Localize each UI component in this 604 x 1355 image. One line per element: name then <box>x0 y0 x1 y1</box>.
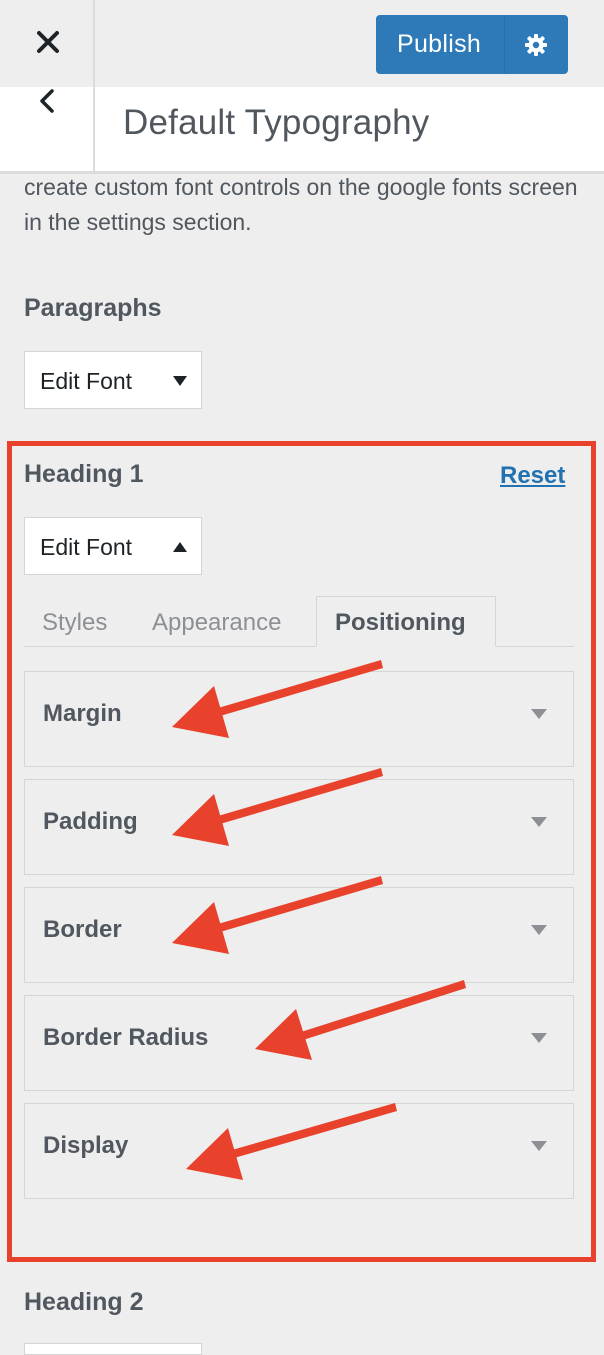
caret-up-icon <box>173 542 187 552</box>
paragraphs-edit-font-button[interactable]: Edit Font <box>24 351 202 409</box>
caret-down-icon <box>531 1033 547 1043</box>
caret-down-icon <box>531 709 547 719</box>
panel-border-radius[interactable]: Border Radius <box>24 995 574 1091</box>
panel-margin[interactable]: Margin <box>24 671 574 767</box>
heading1-edit-font-button[interactable]: Edit Font <box>24 517 202 575</box>
caret-down-icon <box>531 925 547 935</box>
panel-label: Margin <box>43 700 122 727</box>
heading2-title: Heading 2 <box>24 1288 144 1316</box>
heading1-reset-link[interactable]: Reset <box>500 461 565 491</box>
customizer-header: Publish <box>0 0 604 87</box>
panel-label: Padding <box>43 808 138 835</box>
gear-icon[interactable] <box>524 33 548 57</box>
edit-font-label: Edit Font <box>40 368 133 394</box>
panel-display[interactable]: Display <box>24 1103 574 1199</box>
publish-button-label: Publish <box>397 30 482 58</box>
tab-styles[interactable]: Styles <box>42 608 107 638</box>
heading1-title: Heading 1 <box>24 460 144 488</box>
panel-label: Border Radius <box>43 1024 209 1051</box>
section-title: Default Typography <box>123 103 430 142</box>
tab-positioning[interactable]: Positioning <box>316 596 496 647</box>
tab-appearance[interactable]: Appearance <box>152 608 281 638</box>
section-header: Default Typography <box>0 87 604 174</box>
publish-divider <box>504 15 505 74</box>
close-button[interactable] <box>0 0 95 87</box>
tab-positioning-label: Positioning <box>335 609 466 636</box>
panel-padding[interactable]: Padding <box>24 779 574 875</box>
back-button[interactable] <box>0 87 95 171</box>
heading2-edit-font-button[interactable] <box>24 1343 202 1355</box>
caret-down-icon <box>173 376 187 386</box>
paragraphs-title: Paragraphs <box>24 294 162 322</box>
section-description: create custom font controls on the googl… <box>24 174 578 235</box>
caret-down-icon <box>531 1141 547 1151</box>
chevron-left-icon <box>40 89 54 113</box>
edit-font-label: Edit Font <box>40 534 133 560</box>
panel-border[interactable]: Border <box>24 887 574 983</box>
close-icon <box>37 31 59 53</box>
publish-button[interactable]: Publish <box>376 15 568 74</box>
panel-label: Border <box>43 916 122 943</box>
caret-down-icon <box>531 817 547 827</box>
panel-label: Display <box>43 1132 129 1159</box>
